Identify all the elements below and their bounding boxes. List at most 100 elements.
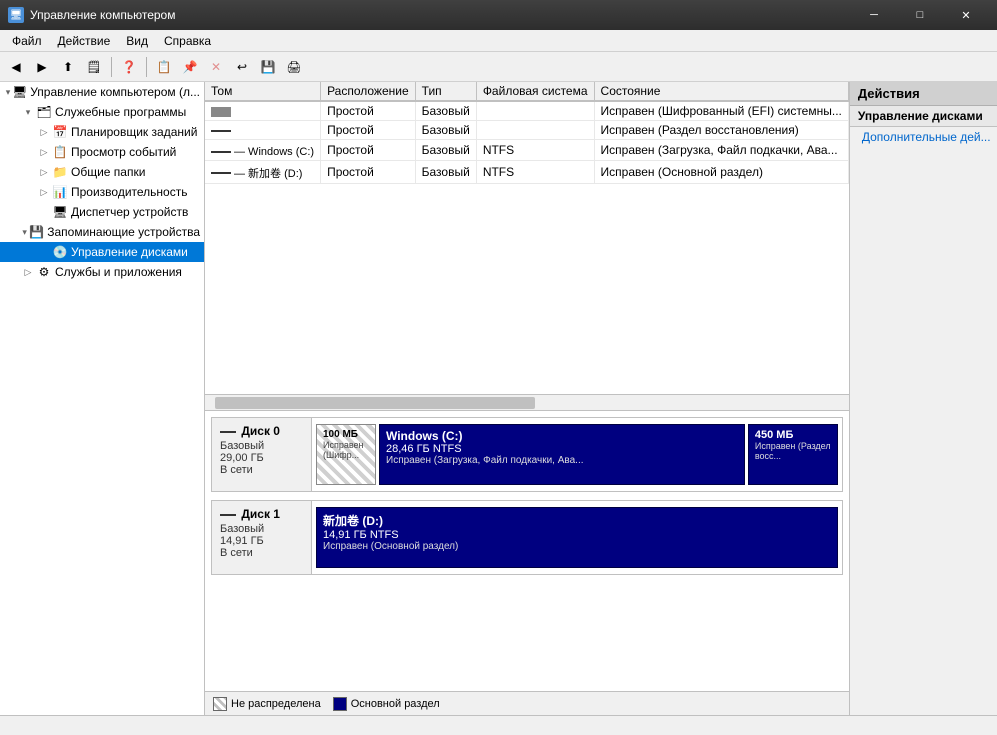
toolbar-help[interactable]: ❓ <box>117 55 141 79</box>
disk0-size: 29,00 ГБ <box>220 452 303 464</box>
disk1-p1-status: Исправен (Основной раздел) <box>323 541 831 552</box>
toolbar-undo[interactable]: ↩ <box>230 55 254 79</box>
cell-status: Исправен (Основной раздел) <box>594 161 848 184</box>
disk-info-0: Диск 0 Базовый 29,00 ГБ В сети <box>212 418 312 491</box>
label-diskmgmt: Управление дисками <box>71 245 188 259</box>
toolbar-print[interactable]: 🖨 <box>282 55 306 79</box>
disk1-name: Диск 1 <box>220 507 303 521</box>
close-button[interactable]: ✕ <box>943 0 989 30</box>
cell-fs: NTFS <box>476 140 594 161</box>
icon-sharedfolders: 📁 <box>52 164 68 180</box>
label-performance: Производительность <box>71 185 187 199</box>
cell-status: Исправен (Шифрованный (EFI) системны... <box>594 101 848 121</box>
toolbar-save[interactable]: 💾 <box>256 55 280 79</box>
expand-eventviewer: ▷ <box>36 144 52 160</box>
maximize-button[interactable]: □ <box>897 0 943 30</box>
tree-item-storage[interactable]: ▾ 💾 Запоминающие устройства <box>0 222 204 242</box>
disk1-p1-name: 新加卷 (D:) <box>323 512 831 529</box>
icon-scheduler: 📅 <box>52 124 68 140</box>
legend-bar: Не распределена Основной раздел <box>205 691 849 715</box>
cell-location: Простой <box>321 161 416 184</box>
col-location[interactable]: Расположение <box>321 82 416 101</box>
table-row[interactable]: — 新加卷 (D:) Простой Базовый NTFS Исправен… <box>205 161 848 184</box>
disk0-p2-size: 28,46 ГБ NTFS <box>386 443 738 455</box>
disk1-partitions: 新加卷 (D:) 14,91 ГБ NTFS Исправен (Основно… <box>312 501 842 574</box>
menu-action[interactable]: Действие <box>50 32 119 50</box>
title-text: Управление компьютером <box>30 8 175 22</box>
minimize-button[interactable]: ─ <box>851 0 897 30</box>
tree-item-diskmgmt[interactable]: ▷ 💿 Управление дисками <box>0 242 204 262</box>
icon-eventviewer: 📋 <box>52 144 68 160</box>
toolbar-export[interactable]: 📋 <box>152 55 176 79</box>
swatch-primary <box>333 697 347 711</box>
icon-root: 🖥 <box>12 84 27 100</box>
col-volume[interactable]: Том <box>205 82 321 101</box>
expand-root: ▾ <box>4 84 12 100</box>
disk0-partition-3[interactable]: 450 МБ Исправен (Раздел восс... <box>748 424 838 485</box>
scroll-thumb[interactable] <box>215 397 535 409</box>
actions-section-diskmgmt[interactable]: Управление дисками ▲ <box>850 106 997 127</box>
icon-storage: 💾 <box>29 224 44 240</box>
disk1-status: В сети <box>220 547 303 559</box>
expand-services: ▷ <box>20 264 36 280</box>
cell-volume: — 新加卷 (D:) <box>205 161 321 184</box>
right-pane: Том Расположение Тип Файловая система Со… <box>205 82 849 715</box>
table-row[interactable]: — Windows (C:) Простой Базовый NTFS Испр… <box>205 140 848 161</box>
toolbar-forward[interactable]: ▶ <box>30 55 54 79</box>
main-layout: ▾ 🖥 Управление компьютером (л... ▾ 🗂 Слу… <box>0 82 997 715</box>
label-sharedfolders: Общие папки <box>71 165 145 179</box>
disk-info-1: Диск 1 Базовый 14,91 ГБ В сети <box>212 501 312 574</box>
swatch-unallocated <box>213 697 227 711</box>
cell-location: Простой <box>321 140 416 161</box>
disk1-type: Базовый <box>220 523 303 535</box>
table-row[interactable]: Простой Базовый Исправен (Шифрованный (E… <box>205 101 848 121</box>
legend-primary-label: Основной раздел <box>351 698 440 710</box>
title-bar: 🖥 Управление компьютером ─ □ ✕ <box>0 0 997 30</box>
disk0-partition-2[interactable]: Windows (C:) 28,46 ГБ NTFS Исправен (Заг… <box>379 424 745 485</box>
tree-item-sharedfolders[interactable]: ▷ 📁 Общие папки <box>0 162 204 182</box>
table-row[interactable]: Простой Базовый Исправен (Раздел восстан… <box>205 121 848 140</box>
cell-volume: — Windows (C:) <box>205 140 321 161</box>
horizontal-scrollbar[interactable] <box>205 395 849 411</box>
col-status[interactable]: Состояние <box>594 82 848 101</box>
expand-utilities: ▾ <box>20 104 36 120</box>
tree-item-eventviewer[interactable]: ▷ 📋 Просмотр событий <box>0 142 204 162</box>
col-fs[interactable]: Файловая система <box>476 82 594 101</box>
disk1-size: 14,91 ГБ <box>220 535 303 547</box>
disk-table-area[interactable]: Том Расположение Тип Файловая система Со… <box>205 82 849 395</box>
label-eventviewer: Просмотр событий <box>71 145 176 159</box>
cell-type: Базовый <box>415 121 476 140</box>
toolbar-pin[interactable]: 📌 <box>178 55 202 79</box>
icon-performance: 📊 <box>52 184 68 200</box>
cell-volume <box>205 101 321 121</box>
menu-view[interactable]: Вид <box>118 32 156 50</box>
toolbar-up[interactable]: ⬆ <box>56 55 80 79</box>
cell-fs: NTFS <box>476 161 594 184</box>
disk0-partition-1[interactable]: 100 МБ Исправен (Шифр... <box>316 424 376 485</box>
window-controls: ─ □ ✕ <box>851 0 989 30</box>
menu-file[interactable]: Файл <box>4 32 50 50</box>
legend-unallocated-label: Не распределена <box>231 698 321 710</box>
cell-fs <box>476 121 594 140</box>
toolbar-back[interactable]: ◀ <box>4 55 28 79</box>
toolbar: ◀ ▶ ⬆ 🗒 ❓ 📋 📌 ✕ ↩ 💾 🖨 <box>0 52 997 82</box>
toolbar-delete[interactable]: ✕ <box>204 55 228 79</box>
tree-item-performance[interactable]: ▷ 📊 Производительность <box>0 182 204 202</box>
tree-item-utilities[interactable]: ▾ 🗂 Служебные программы <box>0 102 204 122</box>
tree-item-scheduler[interactable]: ▷ 📅 Планировщик заданий <box>0 122 204 142</box>
menu-help[interactable]: Справка <box>156 32 219 50</box>
col-type[interactable]: Тип <box>415 82 476 101</box>
actions-link-more[interactable]: Дополнительные дей... ▶ <box>850 127 997 147</box>
cell-status: Исправен (Загрузка, Файл подкачки, Ава..… <box>594 140 848 161</box>
disk1-partition-1[interactable]: 新加卷 (D:) 14,91 ГБ NTFS Исправен (Основно… <box>316 507 838 568</box>
disk0-p3-status: Исправен (Раздел восс... <box>755 441 831 461</box>
tree-item-root[interactable]: ▾ 🖥 Управление компьютером (л... <box>0 82 204 102</box>
toolbar-refresh[interactable]: 🗒 <box>82 55 106 79</box>
disk1-p1-size: 14,91 ГБ NTFS <box>323 529 831 541</box>
tree-item-devmgr[interactable]: ▷ 🖥 Диспетчер устройств <box>0 202 204 222</box>
tree-item-services[interactable]: ▷ ⚙ Службы и приложения <box>0 262 204 282</box>
left-pane: ▾ 🖥 Управление компьютером (л... ▾ 🗂 Слу… <box>0 82 205 715</box>
cell-location: Простой <box>321 101 416 121</box>
disk0-name: Диск 0 <box>220 424 303 438</box>
actions-pane: Действия Управление дисками ▲ Дополнител… <box>849 82 997 715</box>
